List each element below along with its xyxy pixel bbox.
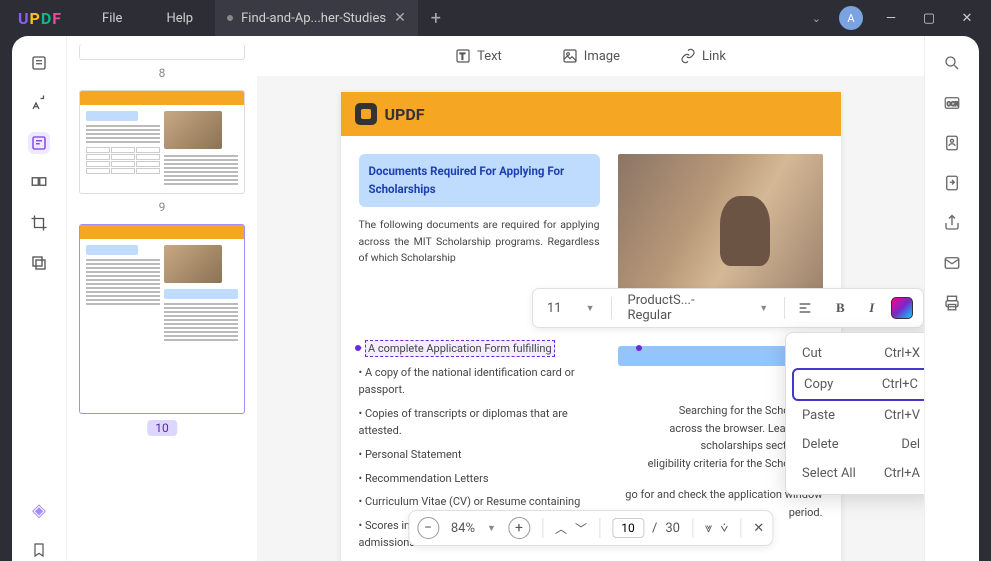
share-icon[interactable] [941,212,963,234]
doc-header: UPDF [341,92,841,136]
ctx-copy[interactable]: CopyCtrl+C [792,368,924,401]
bookmark-icon[interactable] [28,539,50,561]
italic-icon[interactable]: I [860,300,883,316]
svg-text:OCR: OCR [947,101,959,108]
convert-icon[interactable] [941,172,963,194]
title-bar: UPDF File Help Find-and-Ap...her-Studies… [0,0,991,36]
bullet-item: • Curriculum Vitae (CV) or Resume contai… [359,493,600,511]
redact-tool-icon[interactable] [28,252,50,274]
thumbnail-panel: 8 9 10 [67,36,257,561]
email-icon[interactable] [941,252,963,274]
zoom-dropdown[interactable]: 84%▼ [447,521,500,536]
maximize-button[interactable]: ▢ [919,11,939,26]
new-tab-button[interactable]: + [418,8,454,29]
ctx-select-all[interactable]: Select AllCtrl+A [792,459,924,488]
page-nav-bar: − 84%▼ + ︿ ﹀ / 30 ⩔ ⩒ ✕ [408,510,773,546]
text-color-swatch[interactable] [891,297,913,319]
chevron-down-icon[interactable]: ⌄ [812,12,821,25]
text-tool[interactable]: TText [455,48,502,64]
context-menu: CutCtrl+X CopyCtrl+C PasteCtrl+V DeleteD… [785,332,924,495]
search-icon[interactable] [941,52,963,74]
thumbnail-page-10[interactable] [79,224,245,414]
ocr-icon[interactable]: OCR [941,92,963,114]
main-area: ◈ 8 9 [12,36,979,561]
close-bar-icon[interactable]: ✕ [753,521,764,536]
section-heading: Documents Required For Applying For Scho… [359,154,600,207]
ctx-paste[interactable]: PasteCtrl+V [792,401,924,430]
page-total: 30 [665,521,680,536]
document-tab[interactable]: Find-and-Ap...her-Studies ✕ [215,0,418,36]
right-toolbar: OCR [924,36,979,561]
menu-help[interactable]: Help [144,11,215,26]
tab-indicator-icon [227,15,233,21]
page-number-10: 10 [147,420,177,436]
organize-tool-icon[interactable] [28,172,50,194]
image-tool[interactable]: Image [562,48,620,64]
ctx-cut[interactable]: CutCtrl+X [792,339,924,368]
zoom-out-button[interactable]: − [417,517,439,539]
hero-photo [618,154,823,294]
bold-icon[interactable]: B [829,300,852,316]
font-family-dropdown[interactable]: ProductS...-Regular▼ [624,293,773,323]
align-icon[interactable] [797,300,820,316]
zoom-in-button[interactable]: + [508,517,530,539]
link-tool[interactable]: Link [680,48,726,64]
crop-tool-icon[interactable] [28,212,50,234]
collapse-icon[interactable]: ⩒ [720,521,728,536]
thumbnail-page-8[interactable] [79,44,245,60]
doc-brand: UPDF [385,105,425,124]
page-number-input[interactable] [612,518,644,538]
minimize-button[interactable]: — [881,11,901,26]
user-avatar[interactable]: A [839,6,863,30]
menu-file[interactable]: File [80,11,144,26]
page-sep: / [652,521,657,536]
left-toolbar: ◈ [12,36,67,561]
thumbnail-page-9[interactable] [79,90,245,194]
comment-tool-icon[interactable] [28,92,50,114]
title-bar-right: ⌄ A — ▢ ✕ [812,6,991,30]
ctx-delete[interactable]: DeleteDel [792,430,924,459]
format-toolbar: 11▼ ProductS...-Regular▼ B I [532,288,924,328]
close-window-button[interactable]: ✕ [957,11,977,26]
selected-text[interactable]: A complete Application Form fulfilling [365,340,555,357]
bullet-item: • Copies of transcripts or diplomas that… [359,405,600,440]
bullet-item: • Personal Statement [359,446,600,464]
prev-page-icon[interactable]: ︿ [555,520,567,537]
form-icon[interactable] [941,132,963,154]
doc-logo-icon [355,103,377,125]
page-number-8: 8 [79,66,245,80]
reader-tool-icon[interactable] [28,52,50,74]
next-page-icon[interactable]: ﹀ [575,520,587,537]
svg-text:T: T [460,51,466,62]
font-size-dropdown[interactable]: 11▼ [543,301,599,316]
tab-close-icon[interactable]: ✕ [394,10,406,26]
edit-toolbar: TText Image Link [257,36,924,76]
bullet-item: • Recommendation Letters [359,470,600,488]
tab-label: Find-and-Ap...her-Studies [241,11,386,26]
bullet-item: • A copy of the national identification … [359,364,600,399]
expand-down-icon[interactable]: ⩔ [705,521,712,536]
app-logo: UPDF [0,9,80,28]
intro-paragraph: The following documents are required for… [359,217,600,267]
page-number-9: 9 [79,200,245,214]
edit-tool-icon[interactable] [28,132,50,154]
document-viewport: TText Image Link UPDF Documents Required… [257,36,924,561]
print-icon[interactable] [941,292,963,314]
layers-icon[interactable]: ◈ [28,499,50,521]
